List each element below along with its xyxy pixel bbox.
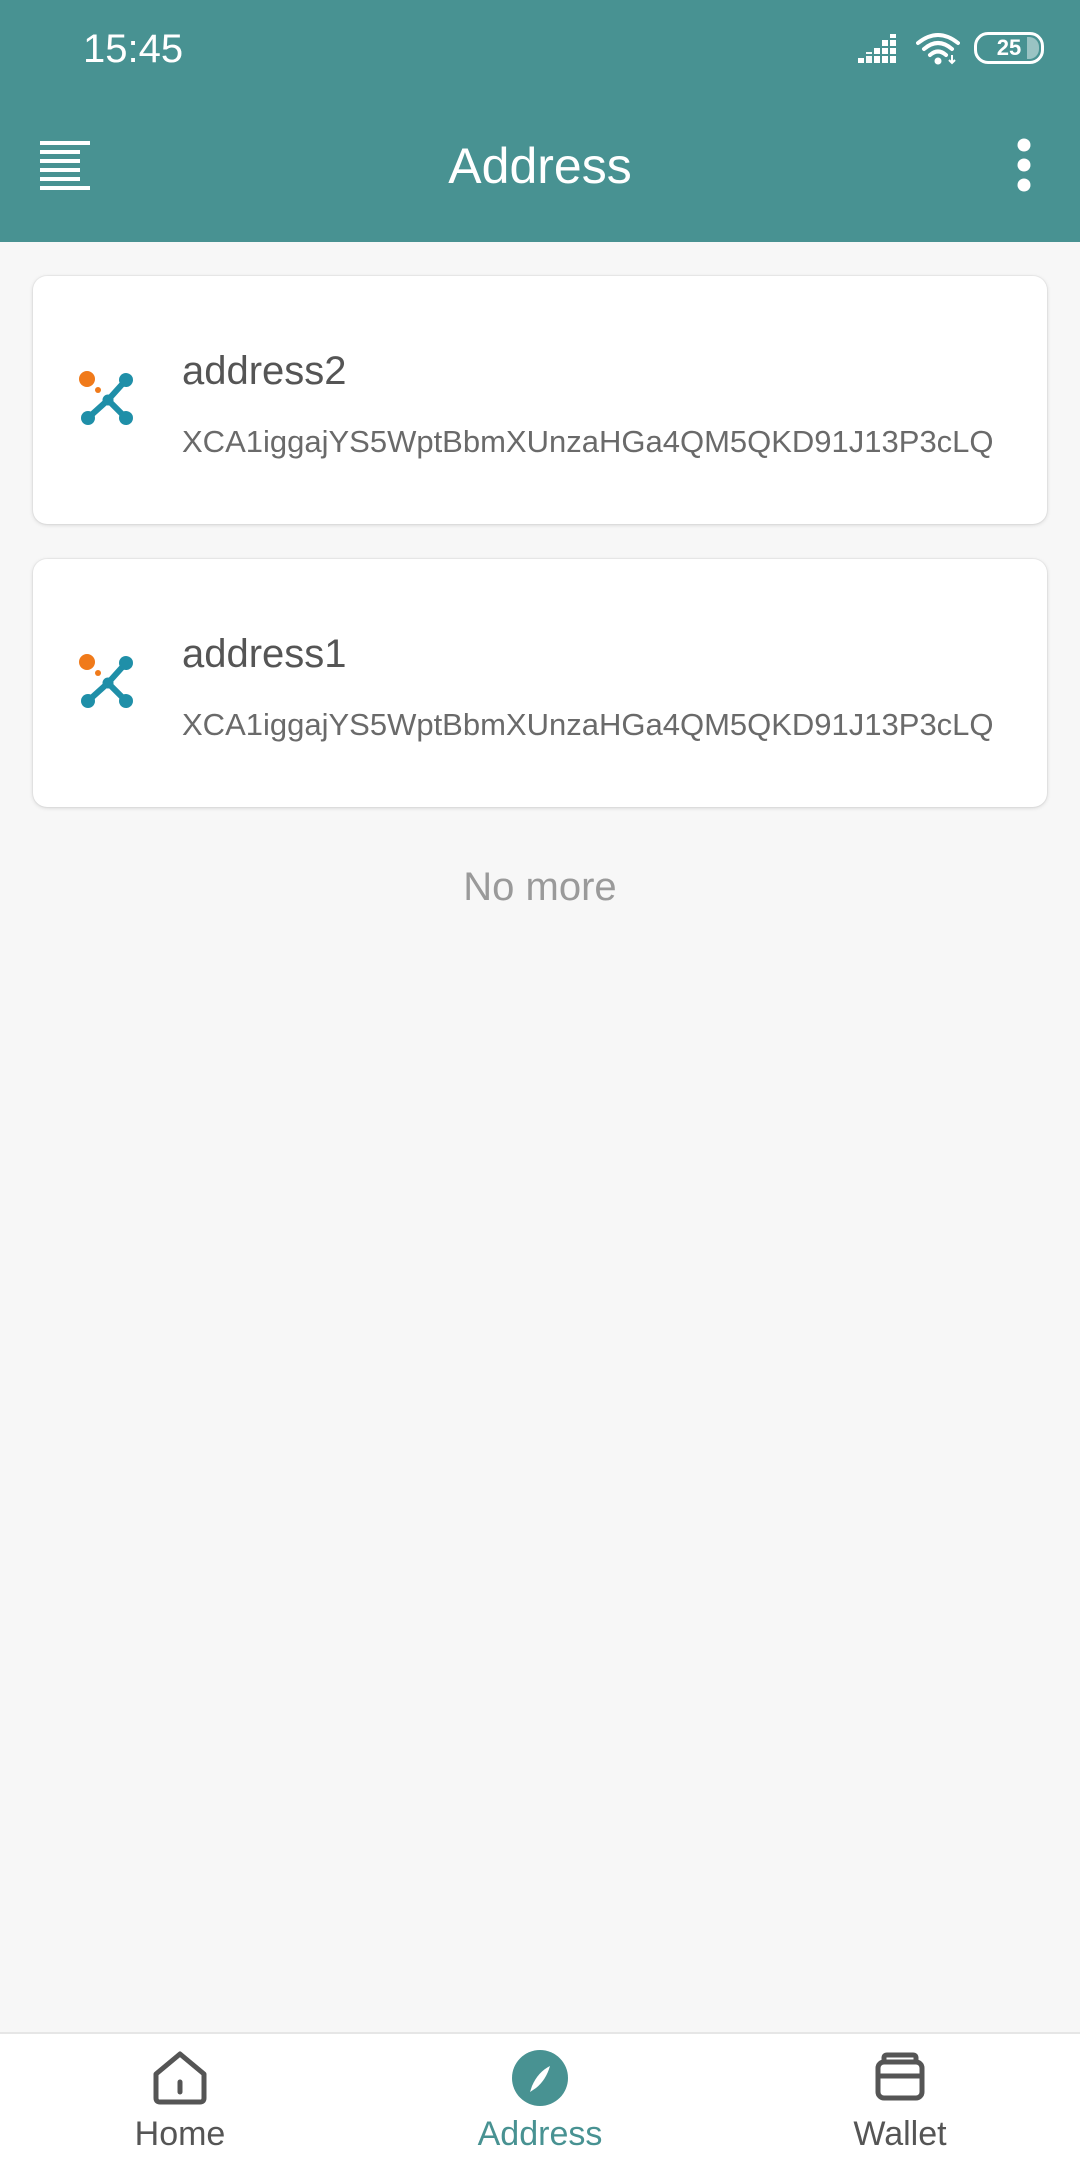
list-end-text: No more <box>463 865 617 909</box>
status-icons: 25 <box>858 28 1044 68</box>
address-name: address1 <box>182 632 347 676</box>
coin-logo-icon <box>79 654 133 708</box>
nav-address[interactable]: Address <box>360 2034 720 2158</box>
battery-icon: 25 <box>974 32 1044 64</box>
home-icon <box>153 2051 207 2105</box>
app-header: 15:45 25 Address <box>0 0 1080 242</box>
battery-fill <box>1027 37 1039 59</box>
address-screen: 15:45 25 Address address2 XCA1iggajYS5Wp… <box>0 0 1080 2158</box>
address-card[interactable]: address1 XCA1iggajYS5WptBbmXUnzaHGa4QM5Q… <box>33 559 1047 807</box>
wallet-icon <box>875 2052 925 2101</box>
page-title: Address <box>448 138 632 194</box>
bottom-navigation: Home Address Wallet <box>0 2032 1080 2158</box>
battery-level: 25 <box>996 35 1022 60</box>
address-list: address2 XCA1iggajYS5WptBbmXUnzaHGa4QM5Q… <box>33 276 1047 842</box>
signal-icon <box>858 34 902 63</box>
address-card[interactable]: address2 XCA1iggajYS5WptBbmXUnzaHGa4QM5Q… <box>33 276 1047 524</box>
more-vertical-icon <box>1017 138 1031 192</box>
nav-home[interactable]: Home <box>0 2034 360 2158</box>
address-value: XCA1iggajYS5WptBbmXUnzaHGa4QM5QKD91J13P3… <box>182 707 994 742</box>
address-value: XCA1iggajYS5WptBbmXUnzaHGa4QM5QKD91J13P3… <box>182 424 994 459</box>
coin-logo-icon <box>79 371 133 425</box>
nav-home-label: Home <box>134 2115 226 2153</box>
more-options-button[interactable] <box>988 124 1060 206</box>
status-time: 15:45 <box>83 27 184 71</box>
compass-icon <box>512 2050 568 2106</box>
nav-wallet-label: Wallet <box>853 2115 947 2153</box>
address-name: address2 <box>182 349 347 393</box>
nav-address-label: Address <box>477 2115 603 2153</box>
nav-wallet[interactable]: Wallet <box>720 2034 1080 2158</box>
wifi-icon <box>916 33 960 65</box>
